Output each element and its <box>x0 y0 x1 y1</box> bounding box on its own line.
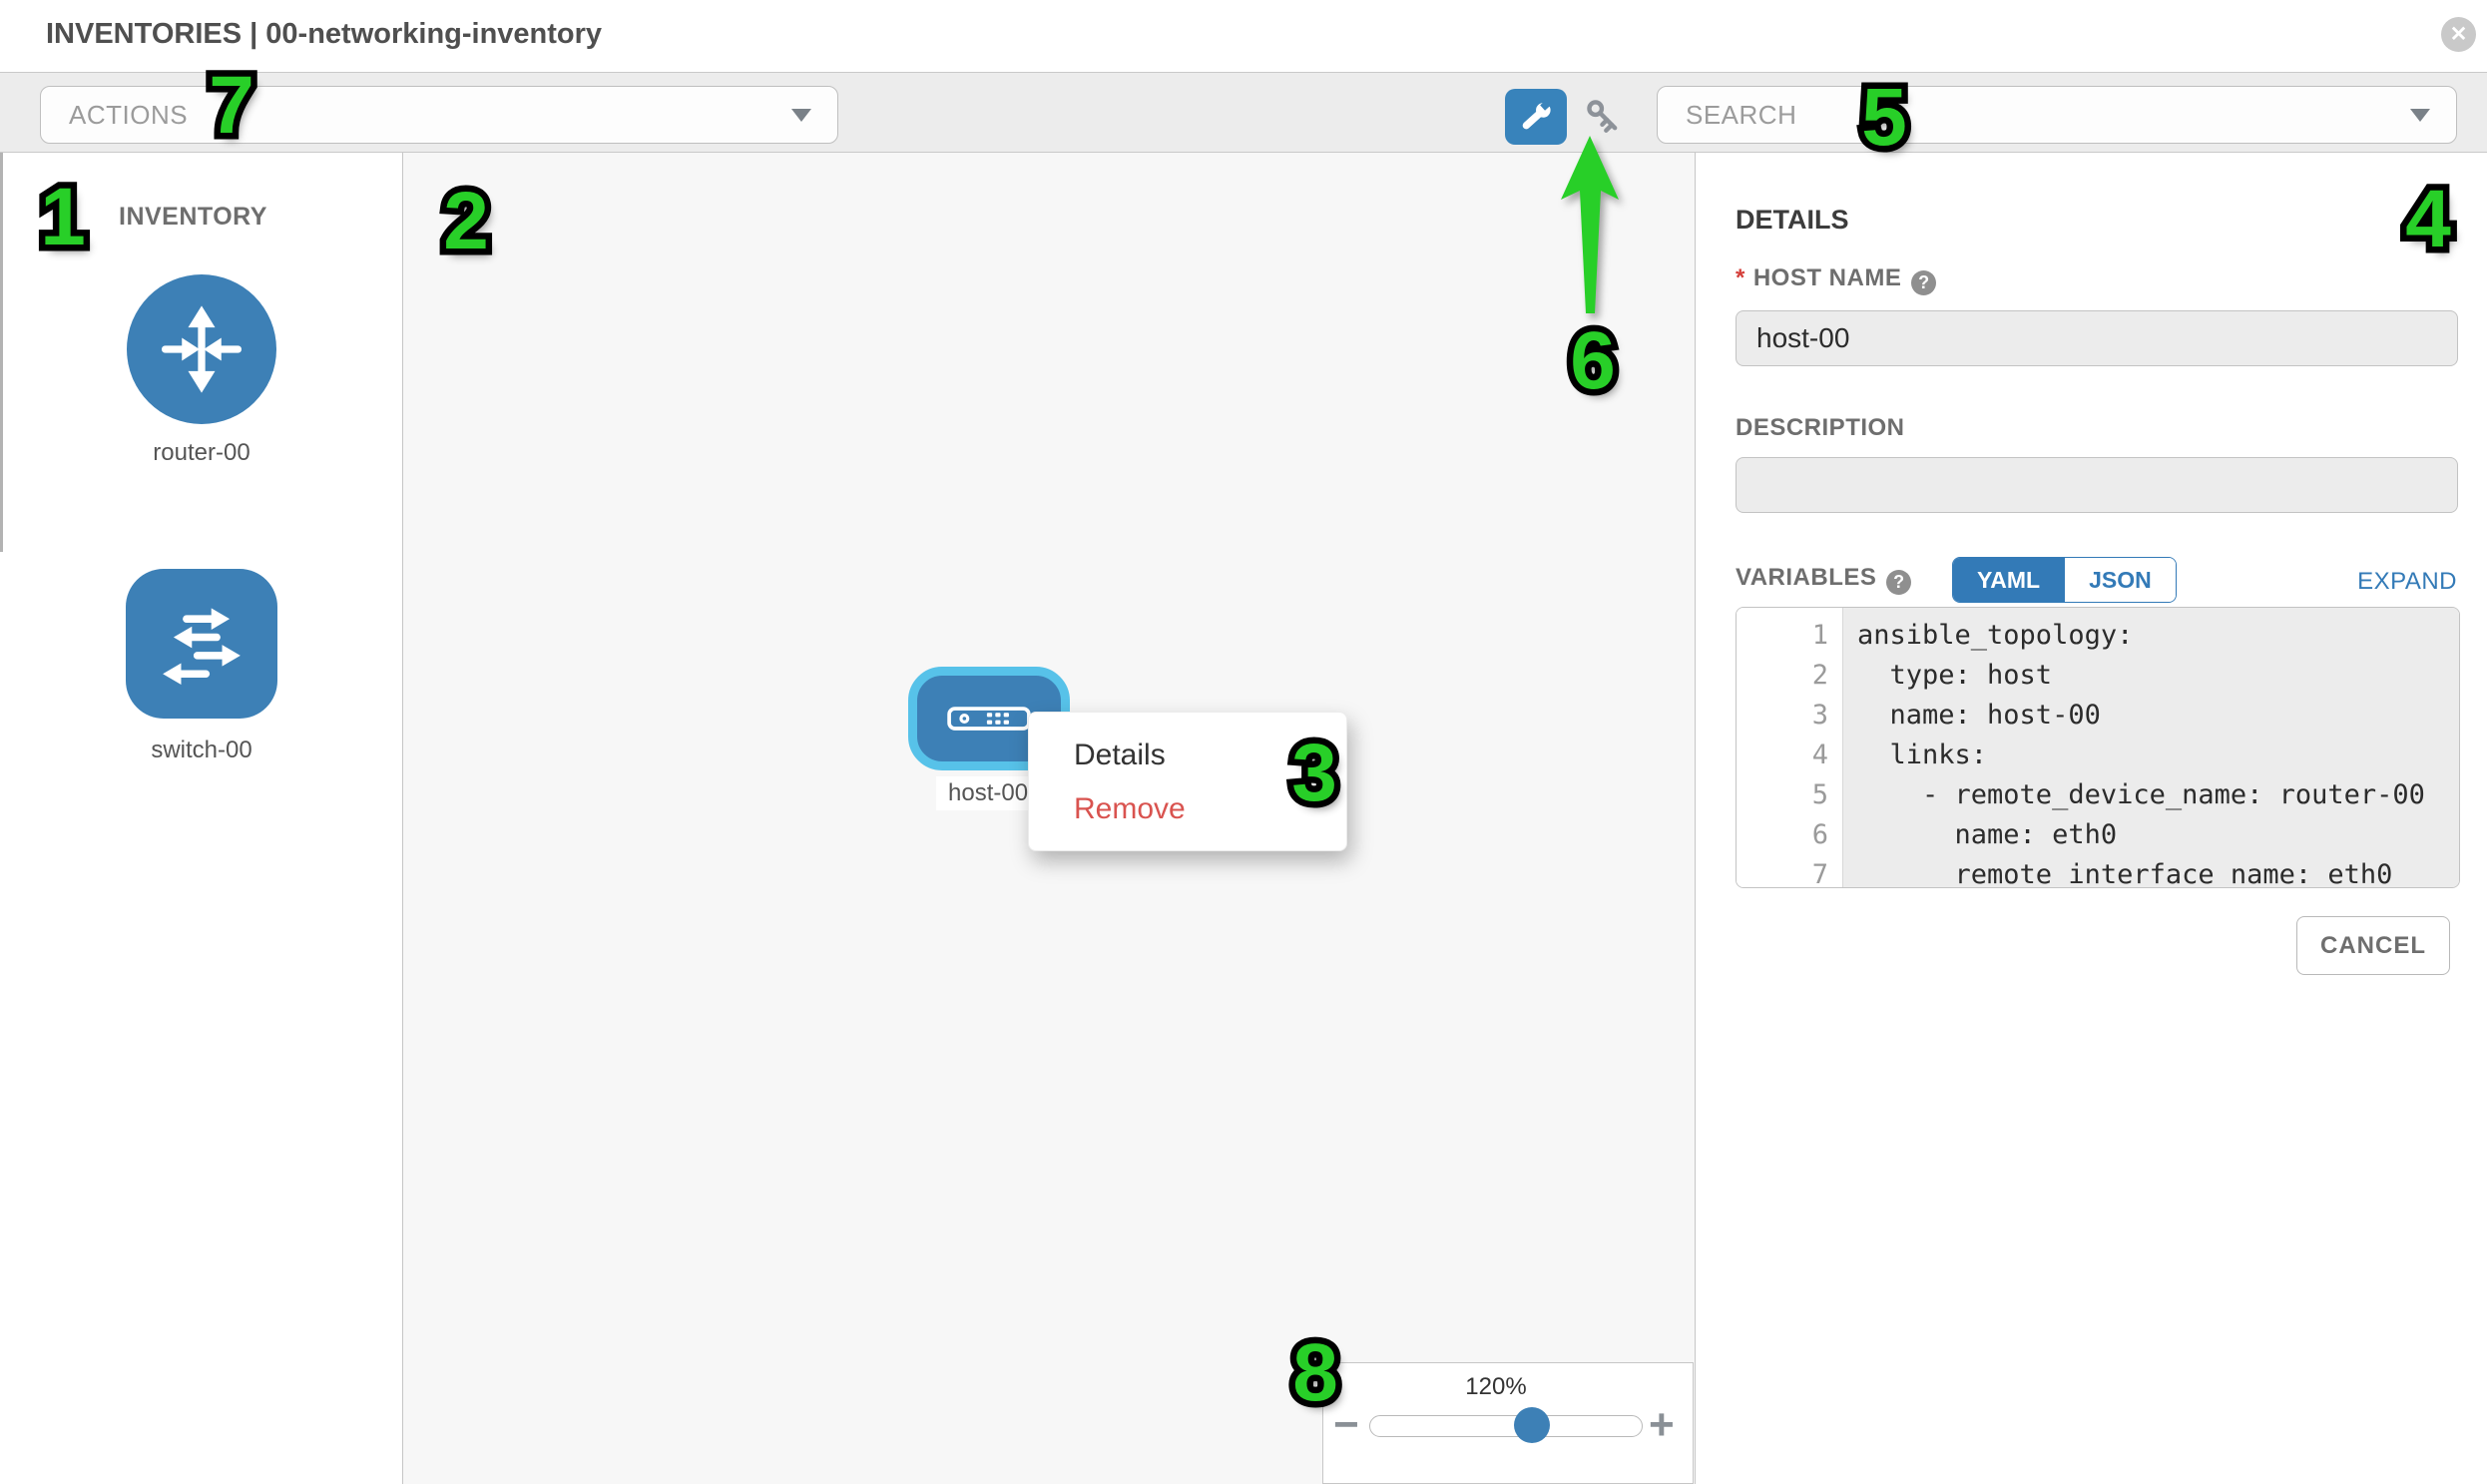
actions-dropdown-label: ACTIONS <box>41 100 188 131</box>
expand-link[interactable]: EXPAND <box>2357 568 2457 596</box>
zoom-level: 120% <box>1323 1373 1669 1401</box>
key-icon <box>1582 95 1626 139</box>
tab-json[interactable]: JSON <box>2064 558 2176 602</box>
switch-icon <box>148 590 255 698</box>
sidebar-item-switch[interactable] <box>126 569 277 719</box>
context-menu-item-remove[interactable]: Remove <box>1029 782 1346 836</box>
zoom-slider[interactable] <box>1369 1415 1643 1437</box>
description-input[interactable] <box>1736 457 2458 513</box>
host-name-label: *HOST NAME? <box>1736 264 1936 295</box>
variables-editor[interactable]: 1 2 3 4 5 6 7 ansible_topology: type: ho… <box>1736 607 2460 888</box>
editor-line-numbers: 1 2 3 4 5 6 7 <box>1737 608 1843 887</box>
inventory-topology-page: INVENTORIES | 00-networking-inventory ✕ … <box>0 0 2487 1484</box>
tab-yaml[interactable]: YAML <box>1953 558 2064 602</box>
sidebar-heading: INVENTORY <box>119 203 267 232</box>
zoom-slider-thumb[interactable] <box>1514 1407 1550 1443</box>
inventory-sidebar: INVENTORY router-00 <box>0 153 403 1484</box>
host-icon <box>947 706 1031 732</box>
chevron-down-icon <box>791 109 811 122</box>
node-context-menu: Details Remove <box>1028 712 1347 851</box>
close-button[interactable]: ✕ <box>2441 17 2476 52</box>
variables-label: VARIABLES? <box>1736 564 1911 595</box>
help-icon[interactable]: ? <box>1886 570 1911 595</box>
description-label: DESCRIPTION <box>1736 414 1905 442</box>
page-title: INVENTORIES | 00-networking-inventory <box>46 18 602 51</box>
help-icon[interactable]: ? <box>1911 270 1936 295</box>
toolbar: ACTIONS SEARCH <box>0 72 2487 153</box>
switch-label: switch-00 <box>126 737 277 764</box>
zoom-control: 120% − + <box>1322 1362 1694 1484</box>
configure-button[interactable] <box>1505 89 1567 145</box>
details-heading: DETAILS <box>1736 205 1849 236</box>
host-node-label: host-00 <box>936 776 1040 810</box>
context-menu-item-details[interactable]: Details <box>1029 729 1346 782</box>
required-marker: * <box>1736 264 1745 291</box>
variables-format-toggle: YAML JSON <box>1952 557 2177 603</box>
close-icon: ✕ <box>2450 22 2468 47</box>
sidebar-scrollbar[interactable] <box>0 153 3 552</box>
actions-dropdown[interactable]: ACTIONS <box>40 86 838 144</box>
cancel-button[interactable]: CANCEL <box>2296 916 2450 975</box>
page-header: INVENTORIES | 00-networking-inventory ✕ <box>0 0 2487 72</box>
host-name-input[interactable] <box>1736 310 2458 366</box>
search-dropdown[interactable]: SEARCH <box>1657 86 2457 144</box>
editor-code[interactable]: ansible_topology: type: host name: host-… <box>1843 608 2459 887</box>
credentials-button[interactable] <box>1581 94 1627 140</box>
chevron-down-icon <box>2410 109 2430 122</box>
zoom-out-button[interactable]: − <box>1333 1403 1359 1447</box>
details-panel: DETAILS *HOST NAME? DESCRIPTION VARIABLE… <box>1695 153 2487 1484</box>
router-icon <box>150 297 253 401</box>
router-label: router-00 <box>126 439 277 467</box>
search-dropdown-label: SEARCH <box>1658 100 1796 131</box>
zoom-in-button[interactable]: + <box>1649 1403 1675 1447</box>
sidebar-item-router[interactable] <box>127 274 276 424</box>
wrench-icon <box>1517 98 1555 136</box>
